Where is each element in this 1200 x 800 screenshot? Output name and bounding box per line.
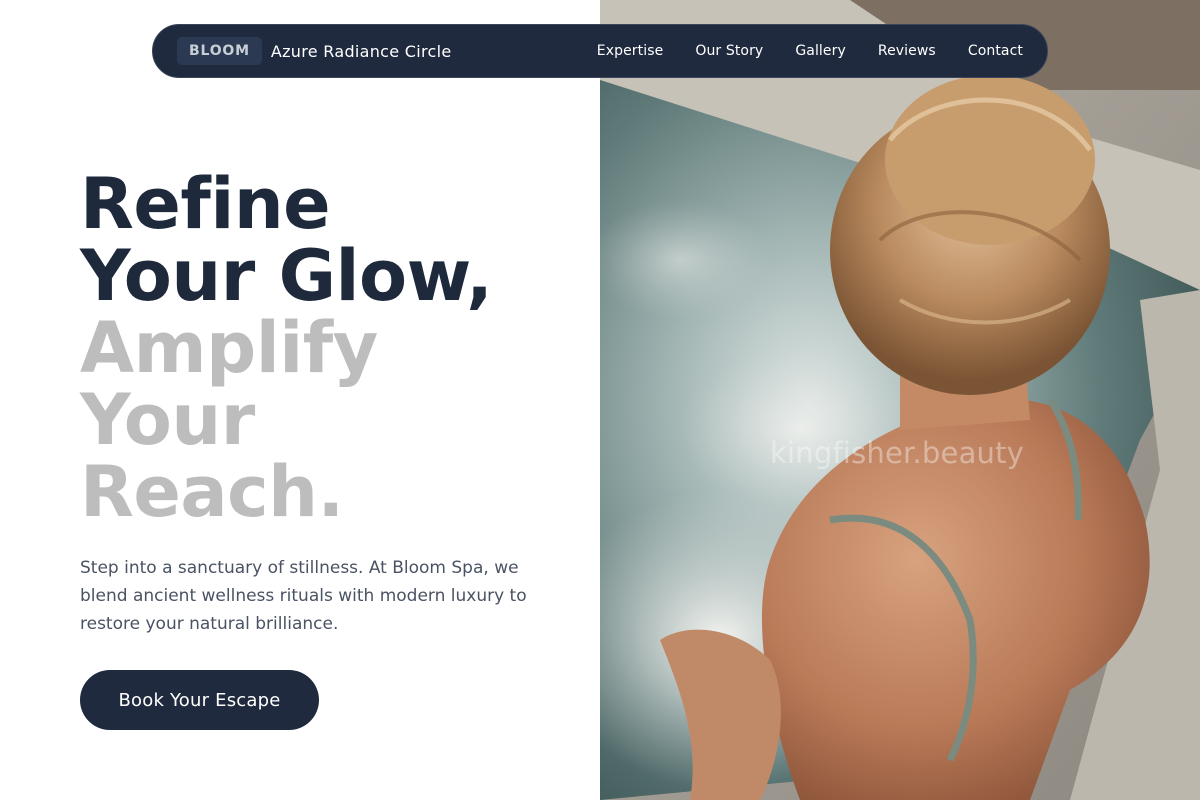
headline-line-muted: Amplify	[80, 307, 378, 389]
book-escape-button[interactable]: Book Your Escape	[80, 670, 319, 730]
nav-link-our-story[interactable]: Our Story	[679, 43, 779, 59]
nav-link-gallery[interactable]: Gallery	[779, 43, 862, 59]
hero-headline: Refine Your Glow, Amplify Your Reach.	[80, 168, 580, 528]
nav-link-reviews[interactable]: Reviews	[862, 43, 952, 59]
nav-link-contact[interactable]: Contact	[952, 43, 1023, 59]
headline-line: Your Glow,	[80, 235, 493, 317]
headline-line: Refine	[80, 163, 331, 245]
nav-links: Expertise Our Story Gallery Reviews Cont…	[581, 43, 1023, 59]
top-navbar: BLOOM Azure Radiance Circle Expertise Ou…	[152, 24, 1048, 78]
hero-description: Step into a sanctuary of stillness. At B…	[80, 558, 527, 634]
nav-link-expertise[interactable]: Expertise	[581, 43, 680, 59]
hero-photo: kingfisher.beauty	[600, 0, 1200, 800]
hero-section: Refine Your Glow, Amplify Your Reach. St…	[80, 168, 580, 730]
headline-line-muted: Reach.	[80, 451, 344, 533]
watermark-text: kingfisher.beauty	[770, 436, 1025, 470]
spa-woman-illustration	[600, 0, 1200, 800]
brand-name[interactable]: Azure Radiance Circle	[271, 42, 452, 61]
headline-line-muted: Your	[80, 379, 255, 461]
logo-badge[interactable]: BLOOM	[177, 37, 262, 65]
